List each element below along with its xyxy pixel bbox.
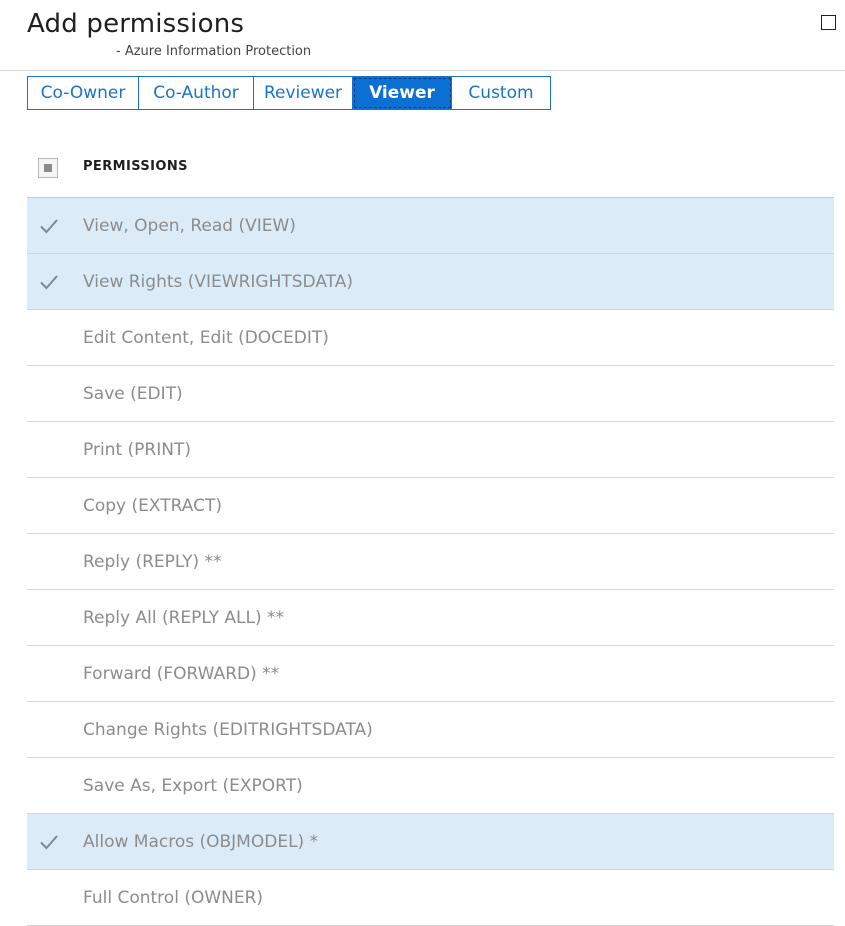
- permission-label: View Rights (VIEWRIGHTSDATA): [83, 272, 353, 292]
- permissions-list: View, Open, Read (VIEW) View Rights (VIE…: [27, 198, 834, 926]
- permission-row-objmodel[interactable]: Allow Macros (OBJMODEL) *: [27, 814, 834, 870]
- page-subtitle: - Azure Information Protection: [116, 44, 312, 59]
- permissions-column-label: PERMISSIONS: [83, 159, 188, 174]
- select-all-checkbox[interactable]: [38, 158, 58, 178]
- permission-label: Save As, Export (EXPORT): [83, 776, 303, 796]
- permission-label: Full Control (OWNER): [83, 888, 264, 908]
- page-title: Add permissions: [27, 9, 245, 39]
- role-tabs: Co-Owner Co-Author Reviewer Viewer Custo…: [27, 76, 551, 110]
- permission-row-forward[interactable]: Forward (FORWARD) **: [27, 646, 834, 702]
- permission-label: Reply (REPLY) **: [83, 552, 222, 572]
- permission-label: Print (PRINT): [83, 440, 191, 460]
- tab-co-owner[interactable]: Co-Owner: [28, 77, 139, 109]
- tab-co-author[interactable]: Co-Author: [139, 77, 254, 109]
- permission-label: Forward (FORWARD) **: [83, 664, 280, 684]
- blade-header: Add permissions - Azure Information Prot…: [0, 0, 845, 71]
- permission-label: Allow Macros (OBJMODEL) *: [83, 832, 319, 852]
- permission-row-docedit[interactable]: Edit Content, Edit (DOCEDIT): [27, 310, 834, 366]
- permission-row-extract[interactable]: Copy (EXTRACT): [27, 478, 834, 534]
- permission-row-print[interactable]: Print (PRINT): [27, 422, 834, 478]
- maximize-square-icon[interactable]: [821, 15, 836, 30]
- tab-viewer[interactable]: Viewer: [353, 77, 452, 109]
- tab-reviewer[interactable]: Reviewer: [254, 77, 353, 109]
- permission-row-view[interactable]: View, Open, Read (VIEW): [27, 198, 834, 254]
- permission-label: Change Rights (EDITRIGHTSDATA): [83, 720, 373, 740]
- checkmark-icon: [38, 271, 60, 293]
- permission-row-viewrightsdata[interactable]: View Rights (VIEWRIGHTSDATA): [27, 254, 834, 310]
- permission-row-reply-all[interactable]: Reply All (REPLY ALL) **: [27, 590, 834, 646]
- permission-label: Save (EDIT): [83, 384, 183, 404]
- tab-custom[interactable]: Custom: [452, 77, 550, 109]
- checkmark-icon: [38, 215, 60, 237]
- permission-label: Reply All (REPLY ALL) **: [83, 608, 285, 628]
- permission-row-export[interactable]: Save As, Export (EXPORT): [27, 758, 834, 814]
- permission-label: Copy (EXTRACT): [83, 496, 222, 516]
- permission-label: Edit Content, Edit (DOCEDIT): [83, 328, 329, 348]
- checkmark-icon: [38, 831, 60, 853]
- permissions-list-header: PERMISSIONS: [27, 150, 834, 198]
- permission-row-edit[interactable]: Save (EDIT): [27, 366, 834, 422]
- permission-row-editrightsdata[interactable]: Change Rights (EDITRIGHTSDATA): [27, 702, 834, 758]
- permission-label: View, Open, Read (VIEW): [83, 216, 296, 236]
- permission-row-reply[interactable]: Reply (REPLY) **: [27, 534, 834, 590]
- indeterminate-square-icon: [44, 164, 52, 172]
